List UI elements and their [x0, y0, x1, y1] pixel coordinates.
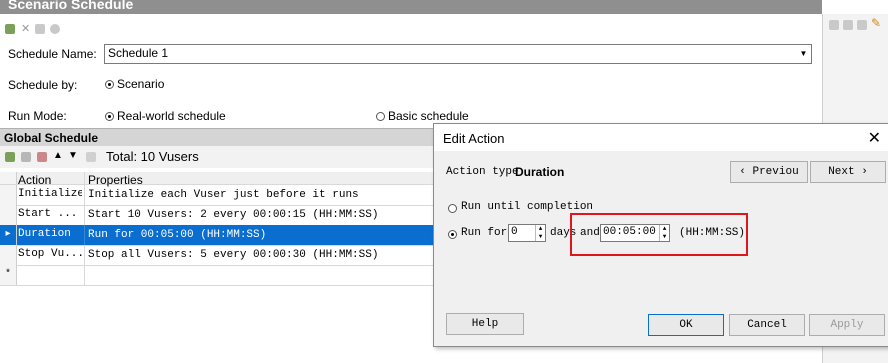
next-button[interactable]: Next › [810, 161, 886, 183]
row-properties: Run for 00:05:00 (HH:MM:SS) [88, 229, 267, 241]
schedule-name-value: Schedule 1 [108, 46, 169, 60]
row-pointer-icon: ▸ [0, 225, 17, 245]
row-action: Duration [18, 228, 71, 240]
global-schedule-toolbar: ▲ ▼ Total: 10 Vusers [0, 146, 433, 168]
run-until-completion-radio[interactable] [448, 204, 457, 213]
days-spinner[interactable]: 0 ▲ ▼ [508, 224, 546, 242]
run-for-radio[interactable] [448, 230, 457, 239]
apply-button[interactable]: Apply [809, 314, 885, 336]
pencil-icon[interactable]: ✎ [871, 16, 881, 30]
move-up-icon[interactable]: ▲ [53, 150, 63, 161]
ok-button[interactable]: OK [648, 314, 724, 336]
row-action: Start ... [18, 208, 78, 220]
delete-icon[interactable]: ✕ [21, 24, 31, 35]
run-mode-realworld-radio[interactable] [105, 112, 114, 121]
edit-action-icon[interactable] [21, 152, 31, 162]
grid-view-icon[interactable] [86, 152, 96, 162]
delete-action-icon[interactable] [37, 152, 47, 162]
schedule-name-select[interactable]: Schedule 1 ▼ [104, 44, 812, 64]
add-action-icon[interactable] [5, 152, 15, 162]
cancel-button[interactable]: Cancel [729, 314, 805, 336]
new-row-marker: * [0, 265, 17, 285]
run-until-completion-label: Run until completion [461, 201, 594, 213]
row-properties: Stop all Vusers: 5 every 00:00:30 (HH:MM… [88, 249, 379, 261]
global-schedule-header: Global Schedule [0, 128, 433, 147]
table-row[interactable]: Initialize Initialize each Vuser just be… [0, 185, 433, 206]
table-row-selected[interactable]: ▸ Duration Run for 00:05:00 (HH:MM:SS) [0, 225, 433, 246]
table-row[interactable]: Start ... Start 10 Vusers: 2 every 00:00… [0, 205, 433, 226]
new-schedule-icon[interactable] [5, 24, 15, 34]
highlight-box [570, 213, 748, 256]
schedule-by-scenario-radio[interactable] [105, 80, 114, 89]
table-row[interactable]: Stop Vu... Stop all Vusers: 5 every 00:0… [0, 245, 433, 266]
run-mode-basic-radio[interactable] [376, 112, 385, 121]
move-down-icon[interactable]: ▼ [68, 150, 78, 161]
global-schedule-title: Global Schedule [4, 131, 99, 145]
panel-tool-icon[interactable] [843, 20, 853, 30]
panel-tool-icon[interactable] [857, 20, 867, 30]
spin-arrows-icon[interactable]: ▲ ▼ [535, 225, 545, 241]
window-title-bar: Scenario Schedule [0, 0, 822, 14]
chevron-down-icon[interactable]: ▼ [798, 48, 809, 59]
days-value: 0 [511, 226, 518, 238]
dialog-title-bar: Edit Action ✕ [434, 124, 888, 151]
previous-button[interactable]: ‹ Previou [730, 161, 808, 183]
row-action: Stop Vu... [18, 248, 82, 260]
search-icon[interactable] [50, 24, 60, 34]
run-mode-basic-label: Basic schedule [388, 109, 469, 123]
run-mode-realworld-label: Real-world schedule [117, 109, 226, 123]
dialog-title: Edit Action [443, 131, 505, 146]
window-title: Scenario Schedule [8, 0, 134, 12]
panel-tool-icon[interactable] [829, 20, 839, 30]
run-for-label: Run for [461, 227, 508, 239]
close-icon[interactable]: ✕ [868, 128, 881, 148]
grid-header-row: Action Properties [0, 172, 433, 187]
total-vusers: Total: 10 Vusers [106, 149, 199, 164]
help-button[interactable]: Help [446, 313, 524, 335]
action-type-label: Action type [446, 166, 519, 178]
global-schedule-grid: Action Properties Initialize Initialize … [0, 172, 433, 363]
row-properties: Initialize each Vuser just before it run… [88, 189, 359, 201]
rename-icon[interactable] [35, 24, 45, 34]
run-mode-label: Run Mode: [8, 109, 67, 123]
action-type-value: Duration [515, 165, 565, 179]
schedule-name-label: Schedule Name: [8, 47, 97, 61]
schedule-toolbar: ✕ [0, 14, 822, 40]
row-properties: Start 10 Vusers: 2 every 00:00:15 (HH:MM… [88, 209, 379, 221]
schedule-by-scenario-label: Scenario [117, 77, 165, 91]
schedule-by-label: Schedule by: [8, 78, 78, 92]
new-row[interactable]: * [0, 265, 433, 286]
row-action: Initialize [18, 188, 82, 200]
